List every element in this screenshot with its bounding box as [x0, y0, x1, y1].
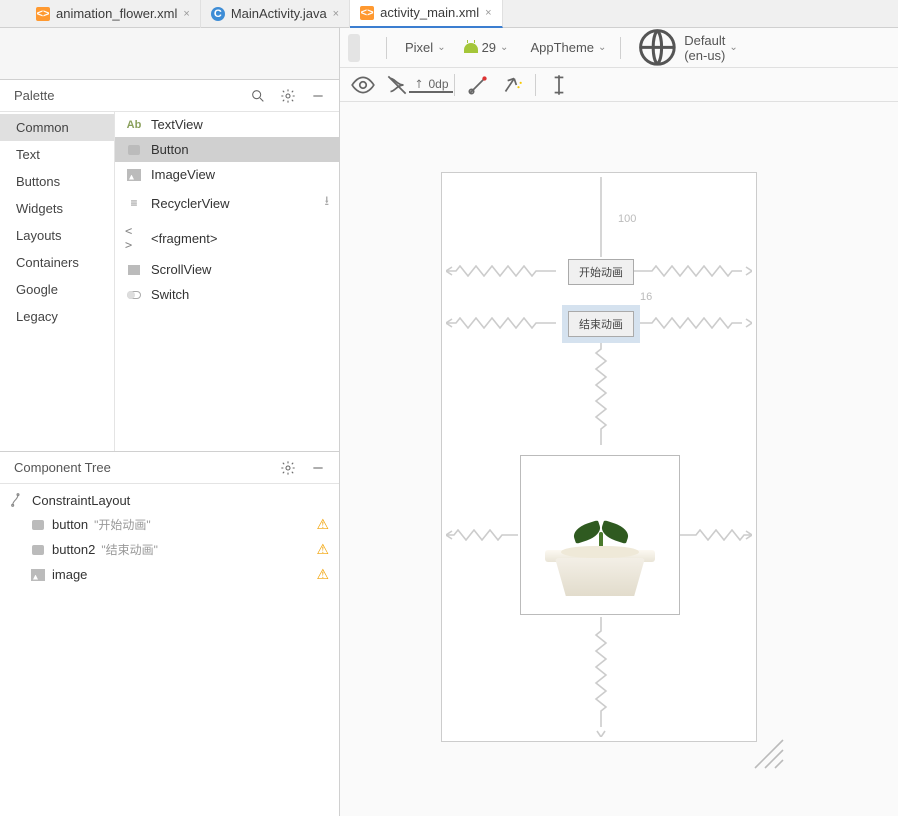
- design-surface: Pixel ⌄ 29 ⌄ AppTheme ⌄ Default (en-us) …: [340, 28, 898, 816]
- tree-node-button[interactable]: button "开始动画" ⚠: [8, 512, 331, 537]
- image-icon: [30, 567, 46, 583]
- palette-title: Palette: [14, 88, 239, 103]
- tab-label: MainActivity.java: [231, 6, 327, 21]
- button-icon: [30, 542, 46, 558]
- palette-widget-scrollview[interactable]: ScrollView: [115, 257, 339, 282]
- warning-icon[interactable]: ⚠: [316, 516, 329, 533]
- chevron-down-icon: ⌄: [500, 42, 508, 53]
- palette-header: Palette: [0, 80, 339, 112]
- palette-categories: Common Text Buttons Widgets Layouts Cont…: [0, 112, 115, 451]
- palette-category-common[interactable]: Common: [0, 114, 114, 141]
- canvas[interactable]: 100 16 开始动画 结束动画: [340, 102, 898, 816]
- android-icon: [464, 43, 478, 53]
- palette-widget-list: Ab TextView Button ImageView ≡ RecyclerV…: [115, 112, 339, 451]
- warning-icon[interactable]: ⚠: [316, 566, 329, 583]
- palette-body: Common Text Buttons Widgets Layouts Cont…: [0, 112, 339, 452]
- close-icon[interactable]: ×: [183, 8, 189, 20]
- palette-widget-recyclerview[interactable]: ≡ RecyclerView ⭳: [115, 187, 339, 219]
- xml-file-icon: <>: [36, 7, 50, 21]
- component-tree: ConstraintLayout button "开始动画" ⚠ button2…: [0, 484, 339, 816]
- tree-node-image[interactable]: image ⚠: [8, 562, 331, 587]
- palette-widget-button[interactable]: Button: [115, 137, 339, 162]
- default-margins[interactable]: 0dp: [418, 72, 444, 98]
- left-column: Palette Common Text Buttons Widgets Layo…: [0, 28, 340, 816]
- xml-file-icon: <>: [360, 6, 374, 20]
- guidelines-icon[interactable]: [546, 72, 572, 98]
- design-toolbar: Pixel ⌄ 29 ⌄ AppTheme ⌄ Default (en-us) …: [340, 28, 898, 68]
- textview-icon: Ab: [125, 119, 143, 131]
- device-picker[interactable]: Pixel ⌄: [395, 34, 452, 62]
- chevron-down-icon: ⌄: [437, 42, 445, 53]
- minimize-icon[interactable]: [307, 457, 329, 479]
- infer-constraints-icon[interactable]: [499, 72, 525, 98]
- gear-icon[interactable]: [277, 85, 299, 107]
- close-icon[interactable]: ×: [485, 7, 491, 19]
- button-icon: [30, 517, 46, 533]
- warning-icon[interactable]: ⚠: [316, 541, 329, 558]
- palette-widget-imageview[interactable]: ImageView: [115, 162, 339, 187]
- resize-handle-icon[interactable]: [745, 730, 785, 770]
- tree-node-button2[interactable]: button2 "结束动画" ⚠: [8, 537, 331, 562]
- tab-label: animation_flower.xml: [56, 6, 177, 21]
- palette-category-text[interactable]: Text: [0, 141, 114, 168]
- switch-icon: [125, 291, 143, 299]
- palette-widget-fragment[interactable]: < > <fragment>: [115, 219, 339, 257]
- tab-animation-flower[interactable]: <> animation_flower.xml ×: [26, 0, 201, 28]
- tab-main-activity[interactable]: C MainActivity.java ×: [201, 0, 350, 28]
- design-surface-toggle[interactable]: [348, 34, 360, 62]
- minimize-icon[interactable]: [307, 85, 329, 107]
- view-options-toolbar: 0dp: [340, 68, 898, 102]
- flower-pot-icon: [545, 541, 655, 596]
- gear-icon[interactable]: [277, 457, 299, 479]
- clear-constraints-icon[interactable]: [465, 72, 491, 98]
- button-icon: [125, 145, 143, 155]
- palette-category-widgets[interactable]: Widgets: [0, 195, 114, 222]
- api-picker[interactable]: 29 ⌄: [458, 34, 515, 62]
- locale-picker[interactable]: Default (en-us) ⌄: [629, 34, 743, 62]
- orientation-toggle[interactable]: [366, 34, 378, 62]
- autoconnect-icon[interactable]: [384, 72, 410, 98]
- palette-category-legacy[interactable]: Legacy: [0, 303, 114, 330]
- close-icon[interactable]: ×: [333, 8, 339, 20]
- image-icon: [125, 169, 143, 181]
- constraintlayout-icon: [10, 492, 26, 508]
- component-tree-header: Component Tree: [0, 452, 339, 484]
- list-icon: ≡: [125, 196, 143, 210]
- component-tree-title: Component Tree: [14, 460, 269, 475]
- palette-category-layouts[interactable]: Layouts: [0, 222, 114, 249]
- scrollview-icon: [125, 265, 143, 275]
- palette-widget-switch[interactable]: Switch: [115, 282, 339, 307]
- download-icon[interactable]: ⭳: [324, 192, 329, 214]
- search-icon[interactable]: [247, 85, 269, 107]
- palette-category-containers[interactable]: Containers: [0, 249, 114, 276]
- chevron-down-icon: ⌄: [598, 42, 606, 53]
- measurement-top: 100: [618, 213, 636, 225]
- palette-category-google[interactable]: Google: [0, 276, 114, 303]
- device-frame[interactable]: 100 16 开始动画 结束动画: [441, 172, 757, 742]
- left-spacer: [0, 28, 339, 80]
- fragment-icon: < >: [125, 224, 143, 252]
- tab-label: activity_main.xml: [380, 5, 479, 20]
- palette-widget-textview[interactable]: Ab TextView: [115, 112, 339, 137]
- theme-picker[interactable]: AppTheme ⌄: [520, 34, 612, 62]
- design-button-start[interactable]: 开始动画: [568, 259, 634, 285]
- palette-category-buttons[interactable]: Buttons: [0, 168, 114, 195]
- java-file-icon: C: [211, 7, 225, 21]
- editor-tabs: <> animation_flower.xml × C MainActivity…: [0, 0, 898, 28]
- chevron-down-icon: ⌄: [729, 42, 737, 53]
- design-imageview[interactable]: [520, 455, 680, 615]
- tab-activity-main[interactable]: <> activity_main.xml ×: [350, 0, 502, 28]
- view-options-icon[interactable]: [350, 72, 376, 98]
- design-button-end[interactable]: 结束动画: [568, 311, 634, 337]
- tree-root[interactable]: ConstraintLayout: [8, 488, 331, 512]
- measurement-gap: 16: [640, 291, 652, 303]
